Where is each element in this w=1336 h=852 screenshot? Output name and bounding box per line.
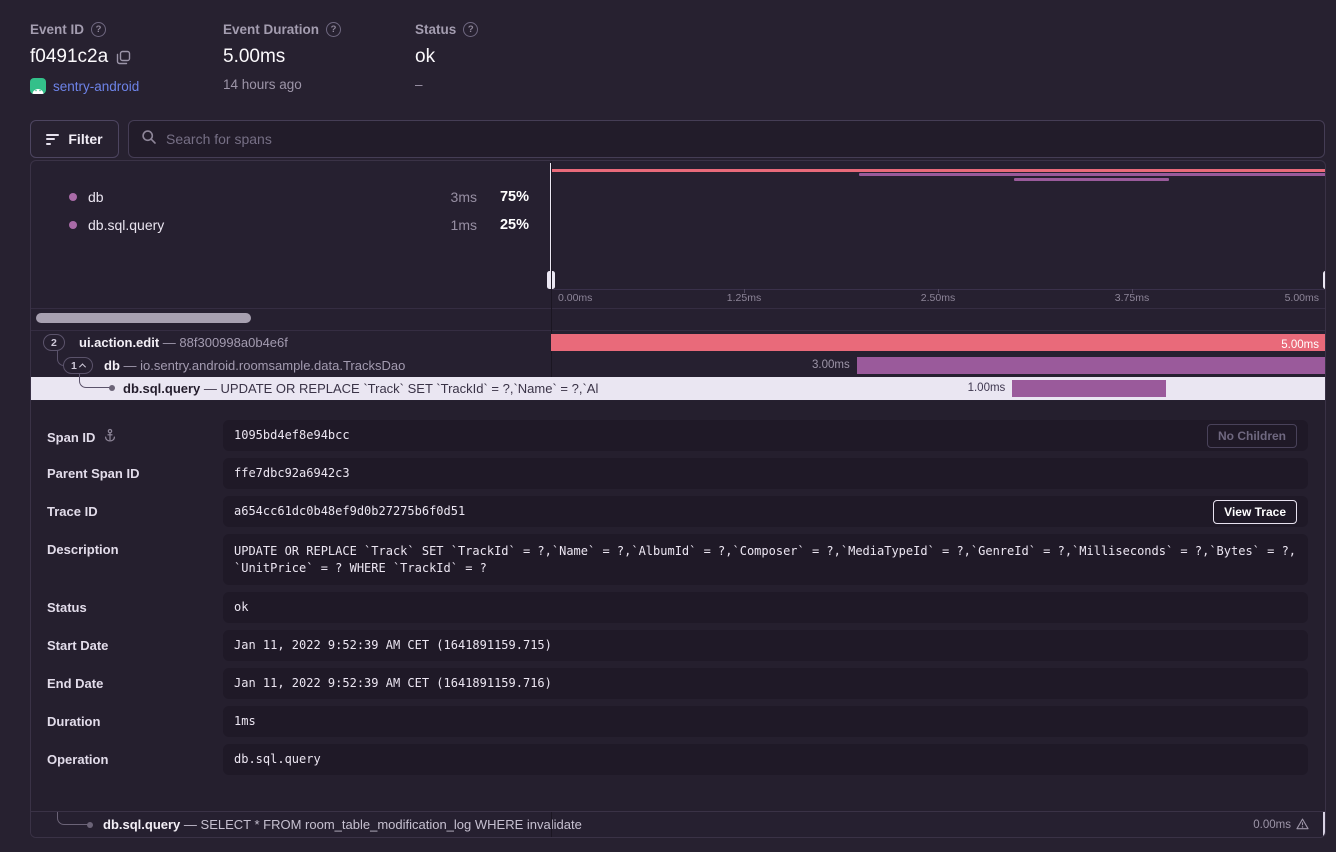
span-search[interactable] bbox=[128, 120, 1325, 158]
detail-row-span-id: Span ID 1095bd4ef8e94bcc No Children bbox=[47, 420, 1308, 451]
minimap-span-line bbox=[1014, 178, 1169, 181]
description-value: UPDATE OR REPLACE `Track` SET `TrackId` … bbox=[234, 543, 1297, 577]
help-icon[interactable]: ? bbox=[326, 22, 341, 37]
span-bar[interactable] bbox=[857, 357, 1325, 374]
minimap-span-line bbox=[859, 173, 1326, 176]
no-children-button[interactable]: No Children bbox=[1207, 424, 1297, 448]
filter-button[interactable]: Filter bbox=[30, 120, 119, 158]
end-date-value: Jan 11, 2022 9:52:39 AM CET (1641891159.… bbox=[234, 675, 552, 692]
span-row-db-sql-query-selected[interactable]: db.sql.query — UPDATE OR REPLACE `Track`… bbox=[31, 377, 1325, 400]
viewport-guide-line bbox=[551, 812, 552, 837]
span-description: SELECT * FROM room_table_modification_lo… bbox=[201, 817, 582, 832]
chevron-up-icon bbox=[79, 363, 86, 370]
event-duration-value: 5.00ms bbox=[223, 46, 285, 68]
span-tree: 2 ui.action.edit — 88f300998a0b4e6f 5.00… bbox=[31, 331, 1325, 400]
status-column: Status ? ok – bbox=[415, 22, 478, 92]
span-description: UPDATE OR REPLACE `Track` SET `TrackId` … bbox=[221, 381, 599, 396]
search-icon bbox=[141, 129, 157, 150]
op-color-dot bbox=[69, 193, 77, 201]
detail-row-status: Status ok bbox=[47, 592, 1308, 623]
span-detail-panel: Span ID 1095bd4ef8e94bcc No Children Par… bbox=[31, 401, 1325, 813]
event-id-value: f0491c2a bbox=[30, 46, 108, 68]
axis-tick: 2.50ms bbox=[921, 292, 955, 304]
span-row-db[interactable]: 1 db — io.sentry.android.roomsample.data… bbox=[31, 354, 1325, 377]
detail-row-parent-span-id: Parent Span ID ffe7dbc92a6942c3 bbox=[47, 458, 1308, 489]
op-duration: 1ms bbox=[451, 217, 477, 233]
children-count-pill[interactable]: 1 bbox=[63, 357, 93, 374]
axis-tick: 5.00ms bbox=[1285, 292, 1319, 304]
axis-tick: 0.00ms bbox=[558, 292, 592, 304]
status-value: ok bbox=[415, 46, 435, 68]
op-percent: 75% bbox=[491, 189, 529, 205]
minimap-handle-right[interactable] bbox=[1322, 161, 1326, 289]
op-color-dot bbox=[69, 221, 77, 229]
trace-minimap[interactable] bbox=[551, 161, 1326, 289]
event-id-column: Event ID ? f0491c2a sentry-android bbox=[30, 22, 139, 94]
parent-span-id-value: ffe7dbc92a6942c3 bbox=[234, 465, 350, 482]
detail-row-duration: Duration 1ms bbox=[47, 706, 1308, 737]
android-project-icon bbox=[30, 78, 46, 94]
event-id-label: Event ID bbox=[30, 22, 84, 37]
span-bar[interactable]: 5.00ms bbox=[551, 334, 1325, 351]
copy-icon[interactable] bbox=[116, 50, 131, 65]
anchor-icon[interactable] bbox=[103, 428, 117, 446]
span-description: 88f300998a0b4e6f bbox=[179, 335, 287, 350]
filter-button-label: Filter bbox=[68, 131, 102, 147]
trace-id-value: a654cc61dc0b48ef9d0b27275b6f0d51 bbox=[234, 503, 465, 520]
tree-dot bbox=[87, 822, 93, 828]
children-count-pill[interactable]: 2 bbox=[43, 334, 65, 351]
view-trace-button[interactable]: View Trace bbox=[1213, 500, 1297, 524]
span-duration: 0.00ms bbox=[1253, 819, 1291, 831]
operation-value: db.sql.query bbox=[234, 751, 321, 768]
span-bar[interactable] bbox=[1012, 380, 1166, 397]
time-axis: 0.00ms 1.25ms 2.50ms 3.75ms 5.00ms bbox=[551, 289, 1326, 308]
axis-tick: 1.25ms bbox=[727, 292, 761, 304]
minimap-span-line bbox=[551, 169, 1326, 172]
detail-row-description: Description UPDATE OR REPLACE `Track` SE… bbox=[47, 534, 1308, 585]
filter-icon bbox=[46, 134, 59, 145]
trace-view-widget: db 3ms 75% db.sql.query 1ms 25% 0.00ms 1… bbox=[30, 160, 1326, 838]
op-duration: 3ms bbox=[451, 189, 477, 205]
project-link[interactable]: sentry-android bbox=[53, 79, 139, 94]
detail-row-operation: Operation db.sql.query bbox=[47, 744, 1308, 775]
start-date-value: Jan 11, 2022 9:52:39 AM CET (1641891159.… bbox=[234, 637, 552, 654]
op-percent: 25% bbox=[491, 217, 529, 233]
axis-tick: 3.75ms bbox=[1115, 292, 1149, 304]
span-duration: 5.00ms bbox=[1281, 337, 1319, 354]
event-duration-column: Event Duration ? 5.00ms 14 hours ago bbox=[223, 22, 341, 92]
tree-dot bbox=[109, 385, 115, 391]
span-row-ui-action-edit[interactable]: 2 ui.action.edit — 88f300998a0b4e6f 5.00… bbox=[31, 331, 1325, 354]
help-icon[interactable]: ? bbox=[91, 22, 106, 37]
span-status-value: ok bbox=[234, 599, 248, 616]
warning-icon bbox=[1296, 818, 1309, 833]
horizontal-scrollbar[interactable] bbox=[36, 313, 251, 323]
span-row-db-sql-query-select[interactable]: db.sql.query — SELECT * FROM room_table_… bbox=[31, 811, 1325, 837]
search-input[interactable] bbox=[166, 131, 1312, 147]
span-description: io.sentry.android.roomsample.data.Tracks… bbox=[140, 358, 405, 373]
span-duration: 3.00ms bbox=[812, 357, 850, 374]
detail-row-start-date: Start Date Jan 11, 2022 9:52:39 AM CET (… bbox=[47, 630, 1308, 661]
span-duration: 1.00ms bbox=[968, 380, 1006, 397]
span-duration-value: 1ms bbox=[234, 713, 256, 730]
event-age: 14 hours ago bbox=[223, 77, 341, 92]
event-duration-label: Event Duration bbox=[223, 22, 319, 37]
detail-row-trace-id: Trace ID a654cc61dc0b48ef9d0b27275b6f0d5… bbox=[47, 496, 1308, 527]
status-secondary: – bbox=[415, 77, 478, 92]
status-label: Status bbox=[415, 22, 456, 37]
detail-row-end-date: End Date Jan 11, 2022 9:52:39 AM CET (16… bbox=[47, 668, 1308, 699]
help-icon[interactable]: ? bbox=[463, 22, 478, 37]
span-id-value: 1095bd4ef8e94bcc bbox=[234, 427, 350, 444]
viewport-guide-line bbox=[1323, 812, 1325, 837]
ops-breakdown-item-db[interactable]: db 3ms 75% bbox=[31, 184, 551, 210]
ops-breakdown-item-db-sql-query[interactable]: db.sql.query 1ms 25% bbox=[31, 212, 551, 238]
